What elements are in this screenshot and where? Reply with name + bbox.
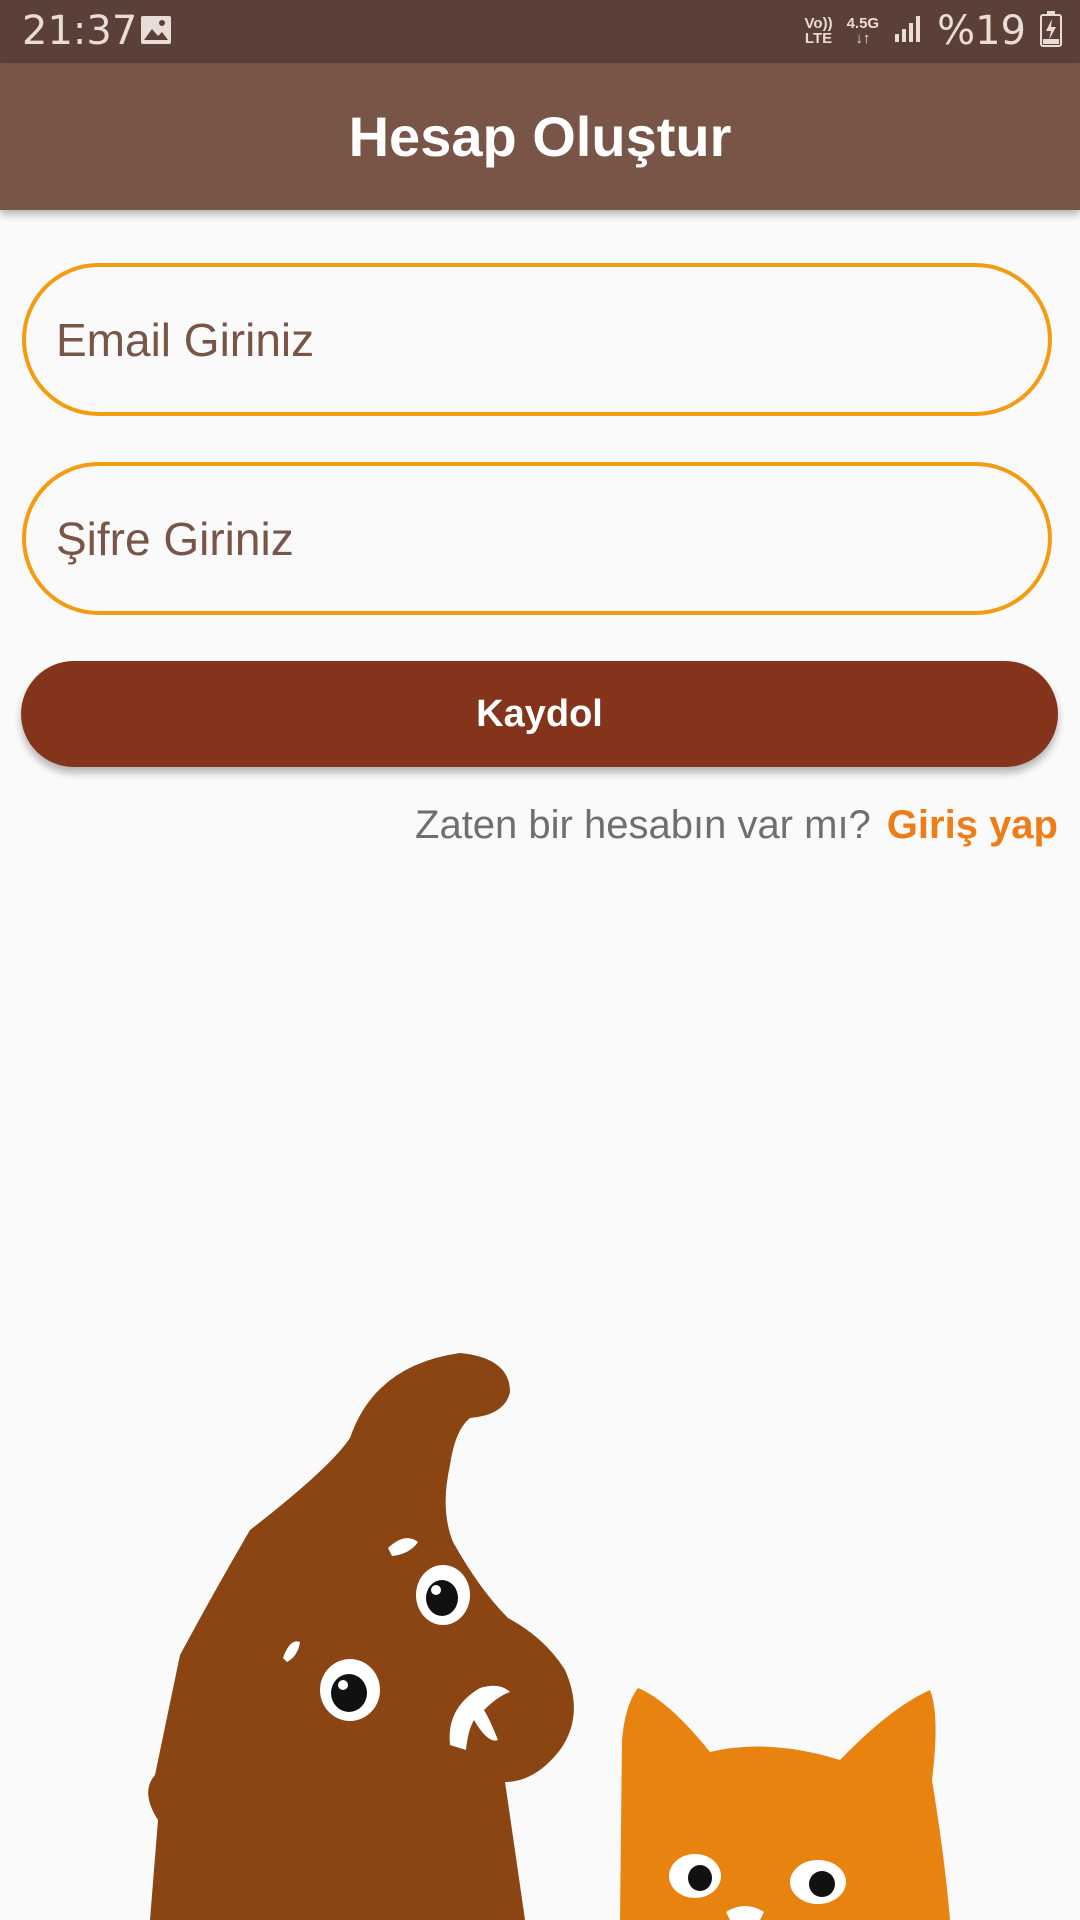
- volte-bottom-text: LTE: [804, 30, 833, 47]
- password-field-container: [22, 462, 1052, 615]
- battery-charging-icon: [1040, 10, 1062, 52]
- login-question-text: Zaten bir hesabın var mı?: [415, 803, 871, 847]
- login-prompt: Zaten bir hesabın var mı? Giriş yap: [415, 803, 1058, 848]
- image-icon: [140, 15, 172, 50]
- dog-body: [148, 1353, 574, 1920]
- app-bar: Hesap Oluştur: [0, 63, 1080, 210]
- status-bar: 21:37 Vo)) LTE 4.5G ↓↑ %19: [0, 0, 1080, 63]
- network-arrows: ↓↑: [855, 30, 871, 47]
- volte-top-text: Vo)): [804, 15, 833, 32]
- status-time: 21:37: [22, 8, 138, 54]
- network-icon: 4.5G ↓↑: [847, 16, 880, 46]
- page-title: Hesap Oluştur: [348, 105, 732, 168]
- dog-and-cat-illustration: [148, 1353, 950, 1920]
- dog-eye-right-glint: [431, 1585, 441, 1595]
- status-icons: Vo)) LTE 4.5G ↓↑ %19: [805, 8, 1062, 54]
- volte-icon: Vo)) LTE: [805, 16, 833, 46]
- signal-icon: [893, 14, 923, 49]
- register-button[interactable]: Kaydol: [21, 661, 1058, 767]
- cat-eye-left-pupil: [688, 1865, 712, 1891]
- dog-eye-left-glint: [338, 1680, 348, 1690]
- dog-illustration: [148, 1353, 574, 1920]
- cat-eye-right-pupil: [809, 1871, 835, 1897]
- email-field-container: [22, 263, 1052, 416]
- email-field[interactable]: [26, 267, 1048, 412]
- network-text: 4.5G: [846, 15, 880, 32]
- dog-eye-right-pupil: [426, 1580, 458, 1616]
- cat-illustration: [620, 1688, 950, 1920]
- battery-level: %19: [937, 8, 1026, 54]
- password-field[interactable]: [26, 466, 1048, 611]
- cat-head: [620, 1688, 950, 1920]
- dog-eye-left-pupil: [331, 1674, 367, 1712]
- login-link[interactable]: Giriş yap: [887, 803, 1058, 848]
